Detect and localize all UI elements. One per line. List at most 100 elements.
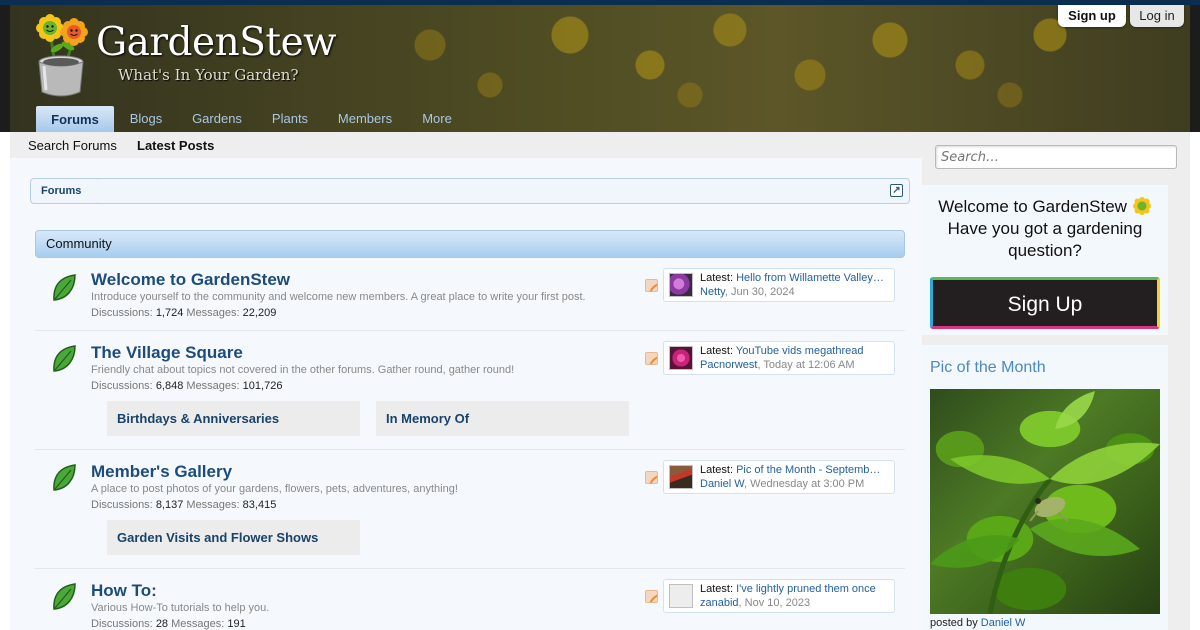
sub-nav: Search Forums Latest Posts — [10, 132, 922, 158]
discussions-label: Discussions: — [91, 307, 153, 319]
signup-button[interactable]: Sign Up — [930, 277, 1160, 329]
latest-label: Latest: — [700, 272, 734, 284]
latest-date: Jun 30, 2024 — [730, 286, 795, 298]
pic-of-the-month-image[interactable] — [930, 389, 1160, 614]
pic-of-the-month-caption: posted by Daniel W — [930, 617, 1025, 629]
latest-date: Wednesday at 3:00 PM — [750, 478, 865, 490]
forum-row: How To: Various How-To tutorials to help… — [35, 569, 905, 630]
tab-more[interactable]: More — [414, 106, 460, 132]
login-link[interactable]: Log in — [1130, 5, 1184, 27]
tab-gardens[interactable]: Gardens — [186, 106, 248, 132]
rss-icon[interactable] — [645, 279, 658, 292]
forum-stats: Discussions: 28 Messages: 191 — [91, 618, 246, 630]
discussions-count: 1,724 — [155, 307, 184, 319]
latest-user-link[interactable]: Netty — [700, 286, 725, 298]
latest-user-link[interactable]: Daniel W — [700, 478, 744, 490]
latest-date: Nov 10, 2023 — [744, 597, 811, 609]
logo-pot-icon[interactable] — [30, 10, 94, 98]
forum-row: The Village Square Friendly chat about t… — [35, 331, 905, 450]
forum-stats: Discussions: 6,848 Messages: 101,726 — [91, 380, 282, 392]
welcome-question: Have you got a gardening question? — [947, 219, 1143, 260]
last-post: Latest: Pic of the Month - Septemb… Dani… — [663, 460, 895, 494]
tab-blogs[interactable]: Blogs — [120, 106, 172, 132]
latest-thread-link[interactable]: Hello from Willamette Valley… — [736, 272, 884, 284]
messages-count: 22,209 — [242, 307, 277, 319]
caption-prefix: posted by — [930, 617, 978, 629]
tab-forums[interactable]: Forums — [36, 106, 114, 132]
site-name[interactable]: GardenStew — [96, 20, 337, 65]
subforum-link[interactable]: Garden Visits and Flower Shows — [107, 520, 360, 555]
latest-posts-link[interactable]: Latest Posts — [137, 138, 214, 153]
discussions-label: Discussions: — [91, 380, 153, 392]
tab-members[interactable]: Members — [330, 106, 400, 132]
latest-label: Latest: — [700, 583, 734, 595]
welcome-title: Welcome to GardenStew — [938, 197, 1127, 216]
discussions-count: 8,137 — [155, 499, 184, 511]
leaf-icon — [53, 583, 76, 610]
category-header[interactable]: Community — [35, 230, 905, 258]
avatar[interactable] — [669, 584, 693, 608]
signup-link[interactable]: Sign up — [1058, 5, 1126, 27]
forum-stats: Discussions: 8,137 Messages: 83,415 — [91, 499, 276, 511]
search-input[interactable] — [935, 145, 1177, 169]
flower-icon — [1132, 197, 1151, 215]
breadcrumb: Forums ↗ — [30, 178, 910, 204]
last-post: Latest: YouTube vids megathread Pacnorwe… — [663, 341, 895, 375]
messages-label: Messages: — [186, 380, 240, 392]
rss-icon[interactable] — [645, 471, 658, 484]
forum-row: Member's Gallery A place to post photos … — [35, 450, 905, 569]
subforum-link[interactable]: In Memory Of — [376, 401, 629, 436]
rss-icon[interactable] — [645, 590, 658, 603]
forum-description: Various How-To tutorials to help you. — [91, 602, 270, 614]
latest-label: Latest: — [700, 464, 734, 476]
search-forums-link[interactable]: Search Forums — [28, 138, 117, 153]
forum-title[interactable]: Welcome to GardenStew — [91, 270, 290, 290]
forum-stats: Discussions: 1,724 Messages: 22,209 — [91, 307, 276, 319]
caption-user-link[interactable]: Daniel W — [981, 617, 1026, 629]
latest-thread-link[interactable]: Pic of the Month - Septemb… — [736, 464, 880, 476]
forum-description: A place to post photos of your gardens, … — [91, 483, 458, 495]
avatar[interactable] — [669, 273, 693, 297]
main-content: Forums ↗ Community Welcome to GardenStew… — [10, 158, 922, 630]
discussions-label: Discussions: — [91, 618, 153, 630]
forum-title[interactable]: Member's Gallery — [91, 462, 232, 482]
discussions-label: Discussions: — [91, 499, 153, 511]
latest-user-link[interactable]: Pacnorwest — [700, 359, 757, 371]
jump-to-icon[interactable]: ↗ — [890, 184, 903, 197]
forum-title[interactable]: How To: — [91, 581, 157, 601]
latest-user-link[interactable]: zanabid — [700, 597, 739, 609]
forum-row: Welcome to GardenStew Introduce yourself… — [35, 263, 905, 331]
messages-count: 101,726 — [242, 380, 283, 392]
discussions-count: 28 — [155, 618, 169, 630]
latest-thread-link[interactable]: YouTube vids megathread — [736, 345, 864, 357]
forum-description: Introduce yourself to the community and … — [91, 291, 586, 303]
latest-thread-link[interactable]: I've lightly pruned them once — [736, 583, 876, 595]
avatar[interactable] — [669, 465, 693, 489]
latest-label: Latest: — [700, 345, 734, 357]
messages-label: Messages: — [186, 307, 240, 319]
messages-count: 83,415 — [242, 499, 277, 511]
pic-of-the-month-title: Pic of the Month — [930, 359, 1046, 376]
forum-description: Friendly chat about topics not covered i… — [91, 364, 515, 376]
leaf-icon — [53, 464, 76, 491]
site-tagline: What's In Your Garden? — [118, 66, 299, 84]
last-post: Latest: I've lightly pruned them once za… — [663, 579, 895, 613]
forum-title[interactable]: The Village Square — [91, 343, 243, 363]
breadcrumb-forums[interactable]: Forums — [31, 179, 107, 203]
frog-on-leaves-photo — [930, 391, 1160, 614]
discussions-count: 6,848 — [155, 380, 184, 392]
messages-label: Messages: — [171, 618, 225, 630]
latest-date: Today at 12:06 AM — [763, 359, 855, 371]
leaf-icon — [53, 345, 76, 372]
messages-count: 191 — [227, 618, 246, 630]
welcome-text: Welcome to GardenStew Have you got a gar… — [922, 196, 1168, 262]
subforum-link[interactable]: Birthdays & Anniversaries — [107, 401, 360, 436]
pic-of-the-month-box: Pic of the Month — [922, 345, 1168, 630]
leaf-icon — [53, 274, 76, 301]
rss-icon[interactable] — [645, 352, 658, 365]
messages-label: Messages: — [186, 499, 240, 511]
tab-plants[interactable]: Plants — [264, 106, 316, 132]
main-nav: Forums Blogs Gardens Plants Members More — [10, 106, 1190, 132]
last-post: Latest: Hello from Willamette Valley… Ne… — [663, 268, 895, 302]
avatar[interactable] — [669, 346, 693, 370]
